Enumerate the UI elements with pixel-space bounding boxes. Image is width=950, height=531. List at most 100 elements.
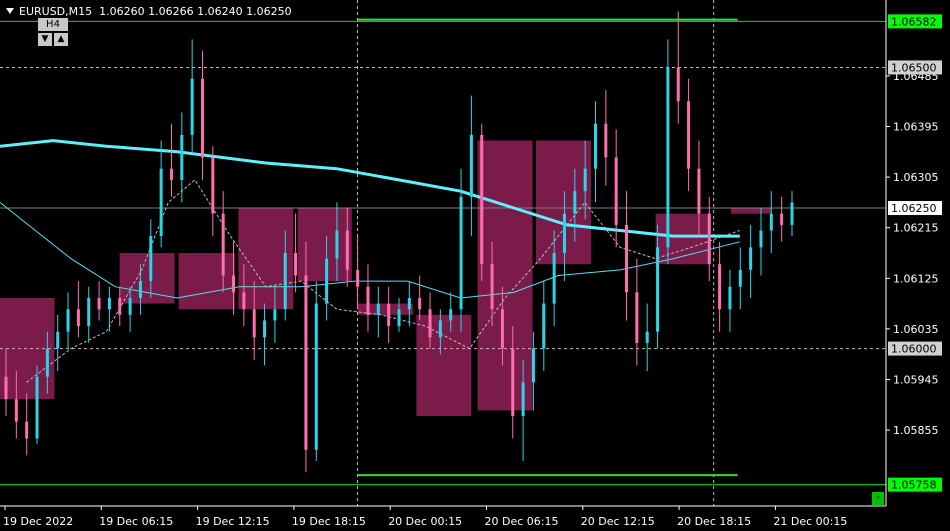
candle-body: [159, 168, 163, 237]
candle-body: [531, 348, 535, 383]
candle-body: [138, 281, 142, 298]
candle-body: [366, 286, 370, 315]
candle-body: [573, 191, 577, 214]
y-tick-label: 1.06035: [893, 323, 939, 336]
candle-body: [707, 213, 711, 265]
candle-body: [749, 247, 753, 270]
timeframe-down-button[interactable]: ▼: [38, 33, 52, 46]
candle-body: [521, 382, 525, 417]
h4-candle-boxes: [0, 140, 772, 417]
x-tick-label: 21 Dec 00:15: [773, 515, 847, 528]
candle-body: [283, 253, 287, 310]
candle-body: [45, 348, 49, 377]
x-tick-label: 20 Dec 18:15: [677, 515, 751, 528]
candle-body: [459, 196, 463, 310]
price-chart[interactable]: 1.064851.063951.063051.062151.061251.060…: [0, 0, 950, 531]
candle-body: [449, 309, 453, 321]
candle-body: [387, 303, 391, 327]
candle-body: [252, 309, 256, 338]
x-tick-label: 19 Dec 12:15: [196, 515, 270, 528]
ohlc-values: 1.06260 1.06266 1.06240 1.06250: [99, 5, 292, 18]
chart-scale-toggle-button[interactable]: -: [872, 492, 884, 505]
candle-body: [635, 292, 639, 343]
candle-body: [325, 258, 329, 304]
candle-body: [221, 213, 225, 276]
candle-body: [438, 320, 442, 338]
x-axis-ticks: 19 Dec 2022 19 Dec 06:15 19 Dec 12:15 19 De…: [3, 506, 847, 528]
candle-body: [97, 297, 101, 310]
candle-body: [759, 230, 763, 248]
candle-body: [263, 320, 267, 338]
candle-body: [118, 297, 122, 315]
menu-triangle-icon[interactable]: [6, 8, 14, 14]
price-tag-label: 1.06500: [891, 61, 937, 74]
candle-body: [728, 286, 732, 310]
candle-body: [738, 269, 742, 287]
h4-box: [477, 140, 533, 411]
candle-body: [294, 253, 298, 276]
x-tick-label: 19 Dec 2022: [3, 515, 73, 528]
candle-body: [500, 309, 504, 349]
candle-body: [583, 168, 587, 192]
candle-body: [676, 67, 680, 102]
candle-body: [211, 157, 215, 214]
candle-body: [407, 297, 411, 310]
candle-body: [656, 247, 660, 332]
candle-body: [480, 134, 484, 265]
timeframe-up-button[interactable]: ▲: [54, 33, 68, 46]
candle-body: [128, 297, 132, 315]
y-tick-label: 1.06395: [893, 121, 939, 134]
timeframe-control: H4 ▼ ▲: [38, 18, 68, 46]
candle-body: [397, 309, 401, 327]
candle-body: [625, 224, 629, 293]
candle-body: [490, 264, 494, 310]
candle-body: [718, 264, 722, 310]
candle-body: [201, 78, 204, 158]
candle-body: [428, 309, 432, 338]
x-tick-label: 20 Dec 12:15: [581, 515, 655, 528]
h4-box: [178, 253, 235, 310]
symbol-label: EURUSD,M15: [19, 5, 93, 18]
x-tick-label: 19 Dec 18:15: [292, 515, 366, 528]
candle-body: [604, 123, 608, 158]
candle-body: [232, 275, 236, 293]
price-tag-label: 1.06000: [891, 343, 937, 356]
candle-body: [304, 275, 308, 450]
x-tick-label: 20 Dec 00:15: [388, 515, 462, 528]
h4-box: [730, 208, 772, 214]
candle-body: [56, 331, 60, 349]
candle-body: [469, 134, 473, 197]
candle-body: [4, 376, 8, 400]
candle-body: [511, 348, 515, 417]
timeframe-badge[interactable]: H4: [38, 18, 68, 31]
price-tags: 1.06582 1.06500 1.06250 1.06000 1.05758: [888, 14, 942, 492]
price-tag-label: 1.05758: [891, 479, 937, 492]
candle-body: [687, 101, 691, 169]
candle-body: [614, 157, 618, 225]
candle-body: [780, 213, 784, 225]
candle-body: [542, 303, 546, 349]
candle-body: [107, 297, 111, 310]
candle-body: [314, 303, 318, 450]
candle-body: [66, 309, 70, 332]
y-tick-label: 1.06215: [893, 222, 939, 235]
candle-body: [25, 421, 29, 439]
y-axis-ticks: 1.064851.063951.063051.062151.061251.060…: [886, 70, 939, 437]
y-tick-label: 1.05855: [893, 424, 939, 437]
candle-body: [594, 123, 597, 169]
candle-body: [273, 309, 277, 321]
candle-body: [190, 78, 194, 135]
candle-body: [149, 236, 153, 282]
candle-body: [242, 292, 246, 310]
candle-body: [335, 230, 339, 259]
candle-body: [169, 168, 173, 180]
candle-body: [552, 253, 556, 304]
candle-body: [76, 309, 80, 327]
candle-body: [345, 230, 349, 270]
candle-body: [666, 67, 670, 248]
candle-body: [180, 134, 184, 180]
y-tick-label: 1.05945: [893, 374, 939, 387]
y-tick-label: 1.06125: [893, 272, 939, 285]
candle-body: [376, 303, 380, 315]
price-tag-label: 1.06582: [891, 15, 937, 28]
